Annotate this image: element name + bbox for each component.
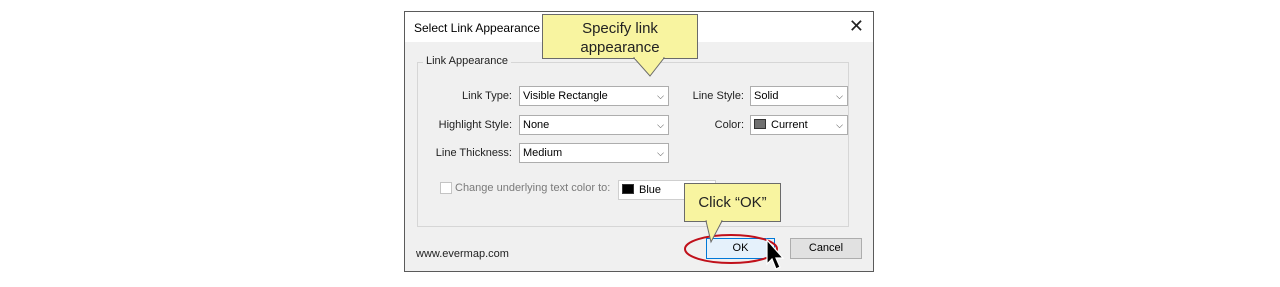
annotation-overlay bbox=[632, 56, 785, 270]
ok-callout-pointer bbox=[705, 220, 723, 244]
ok-highlight-ring bbox=[684, 234, 778, 264]
callout-pointer-mask bbox=[635, 56, 663, 59]
ok-callout-pointer-mask bbox=[707, 219, 721, 222]
callout-pointer bbox=[632, 57, 666, 77]
